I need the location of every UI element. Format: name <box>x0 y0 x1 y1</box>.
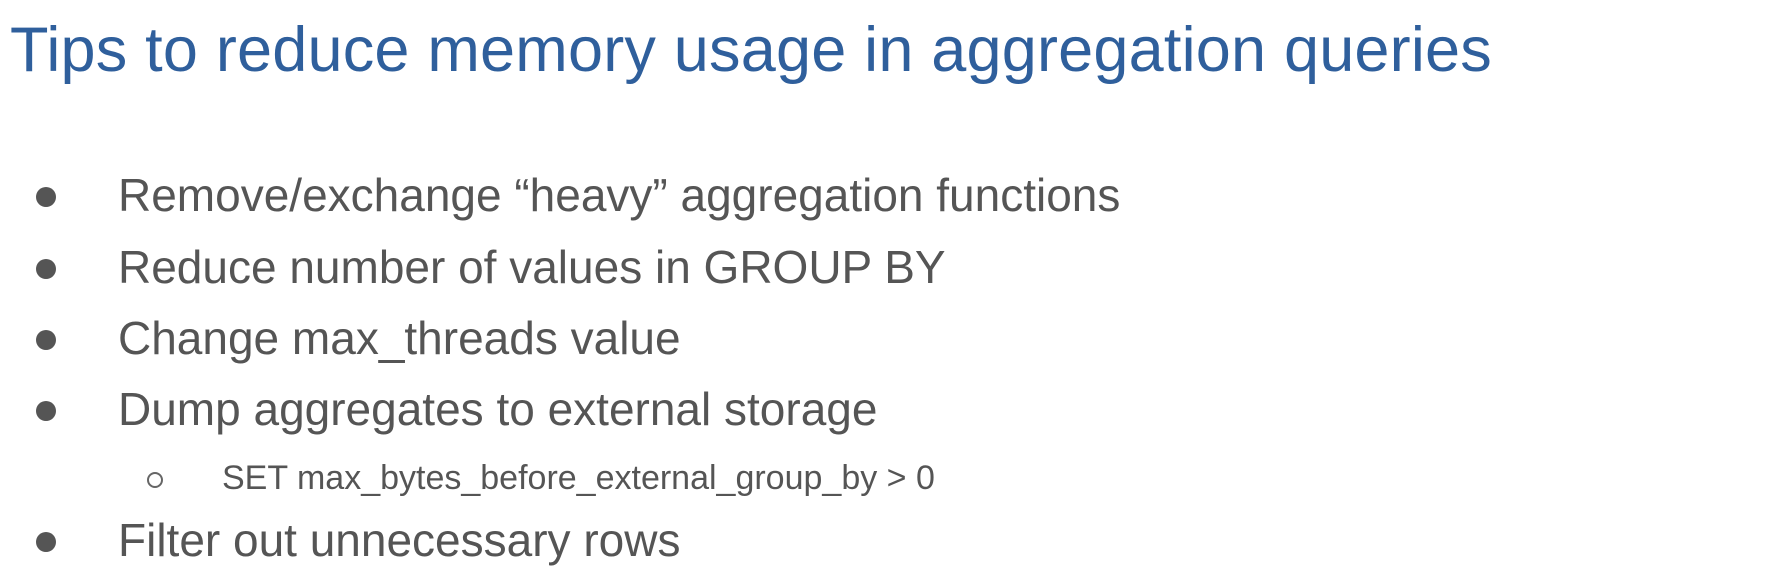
bullet-text: Reduce number of values in GROUP BY <box>118 241 946 293</box>
bullet-text: Change max_threads value <box>118 312 681 364</box>
bullet-text: Dump aggregates to external storage <box>118 383 878 435</box>
sub-bullet-text: SET max_bytes_before_external_group_by >… <box>222 459 935 497</box>
bullet-dot-icon <box>36 259 56 279</box>
bullet-dot-icon <box>36 401 56 421</box>
bullet-dot-icon <box>36 330 56 350</box>
sub-bullet-circle-icon <box>147 472 163 488</box>
bullet-dot-icon <box>36 187 56 207</box>
slide: Tips to reduce memory usage in aggregati… <box>0 0 1765 588</box>
bullet-text: Remove/exchange “heavy” aggregation func… <box>118 169 1121 221</box>
slide-title: Tips to reduce memory usage in aggregati… <box>10 15 1492 85</box>
bullet-text: Filter out unnecessary rows <box>118 514 681 566</box>
bullet-dot-icon <box>36 532 56 552</box>
